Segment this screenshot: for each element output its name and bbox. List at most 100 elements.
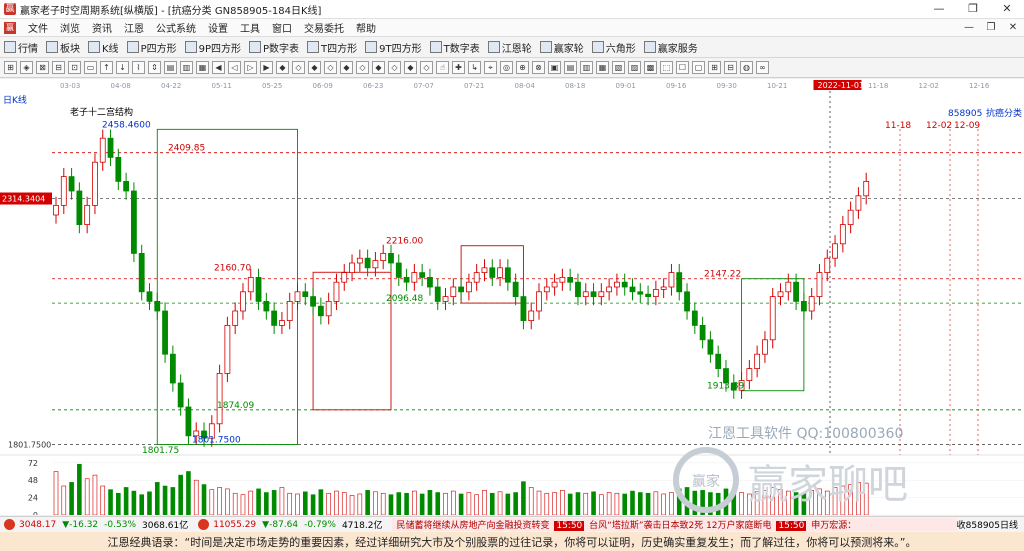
toolbar-sector-button[interactable]: 板块	[42, 40, 84, 55]
restore-button[interactable]: ❐	[956, 0, 990, 18]
drawing-tool-button[interactable]: ∞	[756, 61, 769, 74]
drawing-tool-button[interactable]: ▭	[84, 61, 97, 74]
kline-chart[interactable]: 03-03 04-08 04-22 05-11 05-25 06-09 06-23 07-07…	[0, 79, 1024, 520]
index1-value[interactable]: 3048.17	[19, 520, 56, 530]
drawing-tool-button[interactable]: ◍	[740, 61, 753, 74]
drawing-tool-button[interactable]: ▦	[196, 61, 209, 74]
drawing-tool-button[interactable]: ◁	[228, 61, 241, 74]
drawing-tool-button[interactable]: ↳	[468, 61, 481, 74]
menu-browse[interactable]: 浏览	[54, 20, 86, 35]
drawing-tool-button[interactable]: ◈	[20, 61, 33, 74]
drawing-tool-button[interactable]: ▧	[612, 61, 625, 74]
drawing-tool-button[interactable]: ◆	[404, 61, 417, 74]
drawing-tool-button[interactable]: ▨	[628, 61, 641, 74]
volume-bar	[466, 492, 472, 516]
volume-bar	[232, 492, 238, 516]
drawing-tool-button[interactable]: ◆	[340, 61, 353, 74]
menu-info[interactable]: 资讯	[86, 20, 118, 35]
toolbar-t-table-button[interactable]: T数字表	[426, 40, 484, 55]
date-tick-label: 2022-11-01	[818, 81, 865, 90]
drawing-tool-button[interactable]: ⊟	[52, 61, 65, 74]
toolbar-gann-wheel-button[interactable]: 江恩轮	[484, 40, 536, 55]
candle-body	[481, 267, 488, 274]
drawing-tool-button[interactable]: ⌖	[484, 61, 497, 74]
candle-body	[442, 296, 449, 302]
drawing-tool-button[interactable]: ⊞	[708, 61, 721, 74]
toolbar-label: 板块	[60, 43, 80, 55]
volume-bar	[170, 487, 176, 516]
mdi-minimize-button[interactable]: —	[958, 19, 980, 36]
drawing-tool-button[interactable]: ▥	[180, 61, 193, 74]
drawing-tool-button[interactable]: ☐	[676, 61, 689, 74]
toolbar-label: T四方形	[321, 43, 358, 55]
toolbar-service-button[interactable]: 赢家服务	[640, 40, 702, 55]
toolbar-9p-square-button[interactable]: 9P四方形	[181, 40, 245, 55]
mdi-restore-button[interactable]: ❐	[980, 19, 1002, 36]
drawing-tool-button[interactable]: ⬚	[660, 61, 673, 74]
menu-trade[interactable]: 交易委托	[298, 20, 350, 35]
drawing-tool-button[interactable]: ▩	[644, 61, 657, 74]
drawing-tool-button[interactable]: ⊠	[36, 61, 49, 74]
toolbar-p-table-button[interactable]: P数字表	[245, 40, 303, 55]
candle-body	[92, 161, 98, 206]
menu-formula[interactable]: 公式系统	[150, 20, 202, 35]
drawing-tool-button[interactable]: ↑	[100, 61, 113, 74]
close-button[interactable]: ✕	[990, 0, 1024, 18]
drawing-tool-button[interactable]: ▢	[692, 61, 705, 74]
menu-tools[interactable]: 工具	[234, 20, 266, 35]
drawing-tool-button[interactable]: ▤	[564, 61, 577, 74]
drawing-tool-button[interactable]: ⊞	[4, 61, 17, 74]
ticker-item: 台风“塔拉斯”袭击日本致2死 12万户家庭断电	[589, 521, 772, 531]
toolbar-p-square-button[interactable]: P四方形	[123, 40, 181, 55]
news-ticker[interactable]: 民储蓄将继续从房地产向金融投资转变 15:50 台风“塔拉斯”袭击日本致2死 1…	[392, 518, 957, 531]
drawing-tool-button[interactable]: ◇	[324, 61, 337, 74]
toolbar-hexagon-button[interactable]: 六角形	[588, 40, 640, 55]
drawing-tool-button[interactable]: ⌇	[132, 61, 145, 74]
drawing-tool-button[interactable]: ⊡	[68, 61, 81, 74]
price-level-label: 2147.22	[704, 270, 741, 280]
drawing-tool-button[interactable]: ◆	[308, 61, 321, 74]
drawing-tool-button[interactable]: ↓	[116, 61, 129, 74]
index2-value[interactable]: 11055.29	[213, 520, 256, 530]
minimize-button[interactable]: —	[922, 0, 956, 18]
drawing-tool-button[interactable]: ▷	[244, 61, 257, 74]
date-tick-label: 07-07	[414, 82, 434, 90]
drawing-tool-button[interactable]: ◇	[420, 61, 433, 74]
date-tick-label: 09-30	[717, 82, 737, 90]
price-level-label: 2160.70	[214, 263, 251, 273]
drawing-tool-button[interactable]: ◀	[212, 61, 225, 74]
menu-gann[interactable]: 江恩	[118, 20, 150, 35]
drawing-tool-button[interactable]: ◆	[372, 61, 385, 74]
drawing-tool-button[interactable]: ◇	[388, 61, 401, 74]
drawing-tool-button[interactable]: ◆	[276, 61, 289, 74]
drawing-tool-button[interactable]: ⊟	[724, 61, 737, 74]
candle-body	[520, 296, 527, 322]
drawing-tool-button[interactable]: ◎	[500, 61, 513, 74]
mdi-close-button[interactable]: ✕	[1002, 19, 1024, 36]
menu-settings[interactable]: 设置	[202, 20, 234, 35]
drawing-tool-button[interactable]: ▥	[580, 61, 593, 74]
menu-help[interactable]: 帮助	[350, 20, 382, 35]
chart-area[interactable]: 03-03 04-08 04-22 05-11 05-25 06-09 06-23 07-07…	[0, 79, 1024, 520]
drawing-tool-button[interactable]: ▤	[164, 61, 177, 74]
drawing-tool-button[interactable]: ▦	[596, 61, 609, 74]
drawing-tool-button[interactable]: ☝	[436, 61, 449, 74]
toolbar-t-square-button[interactable]: T四方形	[303, 40, 361, 55]
candle-body	[465, 281, 472, 293]
toolbar-winner-wheel-button[interactable]: 赢家轮	[536, 40, 588, 55]
drawing-tool-button[interactable]: ⊗	[532, 61, 545, 74]
menu-window[interactable]: 窗口	[266, 20, 298, 35]
drawing-tool-button[interactable]: ⊕	[516, 61, 529, 74]
drawing-tool-button[interactable]: ◇	[292, 61, 305, 74]
drawing-tool-button[interactable]: ▣	[548, 61, 561, 74]
toolbar-quotes-button[interactable]: 行情	[0, 40, 42, 55]
drawing-tool-button[interactable]: ⇕	[148, 61, 161, 74]
drawing-tool-button[interactable]: ▶	[260, 61, 273, 74]
drawing-tool-button[interactable]: ✚	[452, 61, 465, 74]
toolbar-9t-square-button[interactable]: 9T四方形	[361, 40, 425, 55]
toolbar-kline-button[interactable]: K线	[84, 40, 123, 55]
date-tick-label: 12-02	[919, 82, 939, 90]
drawing-tool-button[interactable]: ◇	[356, 61, 369, 74]
menu-file[interactable]: 文件	[22, 20, 54, 35]
forecast-date-label: 11-18	[885, 121, 911, 131]
